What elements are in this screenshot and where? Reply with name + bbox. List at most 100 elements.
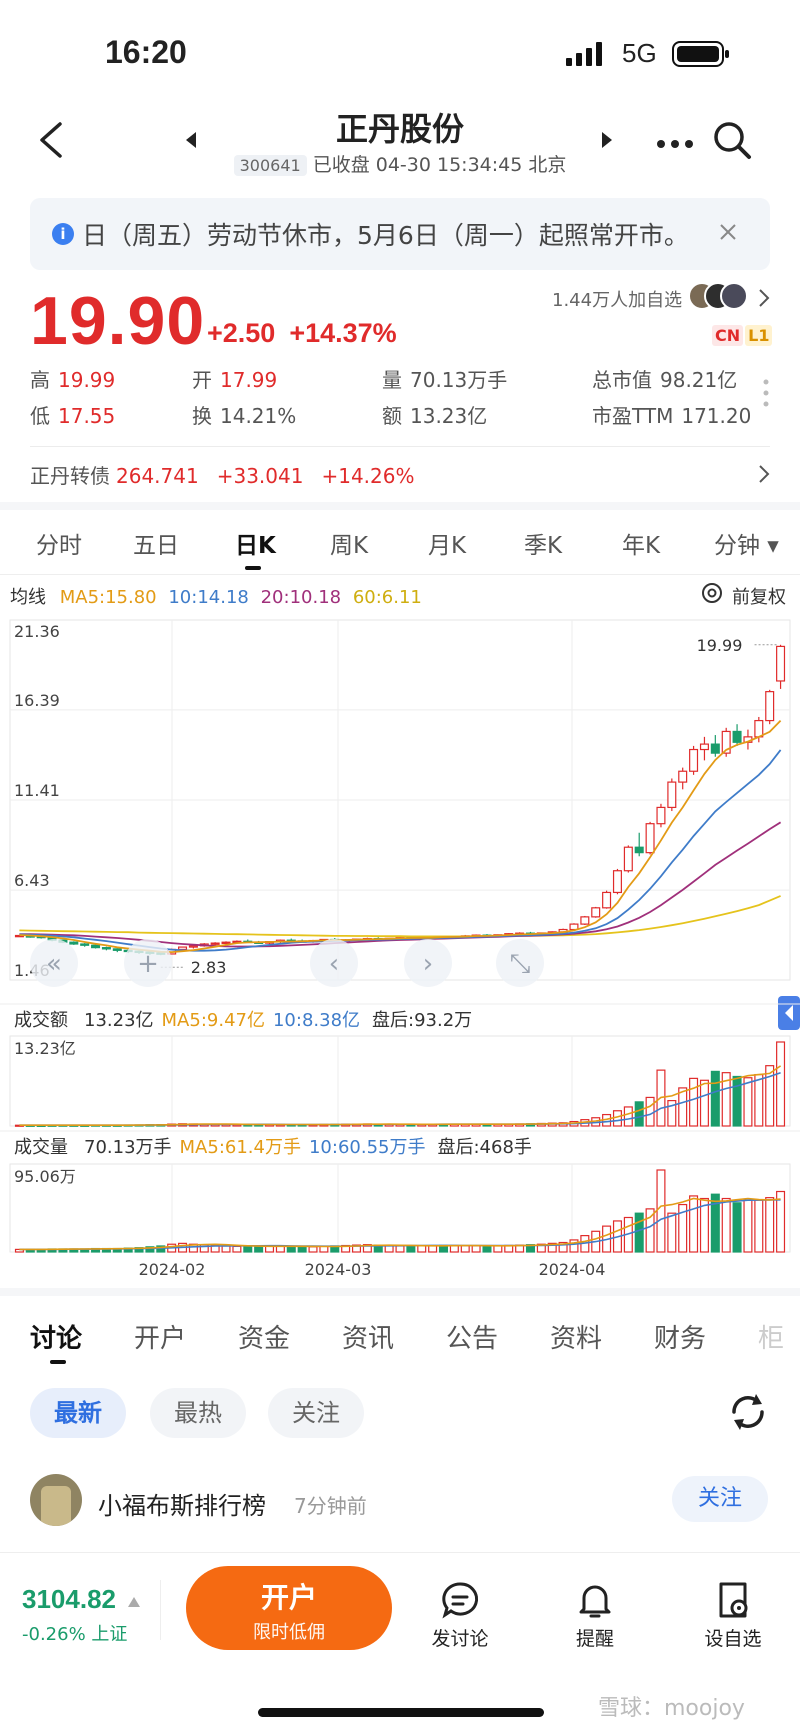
stat-label: 高: [30, 368, 50, 392]
close-icon[interactable]: [718, 222, 738, 246]
control-glyph: +: [137, 949, 159, 979]
turnover-bar: [699, 1079, 709, 1127]
turnover-bar: [645, 1096, 655, 1127]
volume-bar: [493, 1245, 503, 1253]
add-watchlist-button[interactable]: 设自选: [678, 1580, 788, 1651]
candle-body: [732, 730, 742, 743]
turnover-bar: [612, 1110, 622, 1127]
stat-6: 额 13.23亿: [382, 400, 487, 429]
index-value[interactable]: 3104.82: [22, 1584, 116, 1615]
candle-body: [623, 846, 633, 872]
stat-label: 额: [382, 404, 402, 428]
candle-body: [634, 846, 644, 854]
kline-tab[interactable]: 月K: [428, 526, 466, 560]
index-change[interactable]: -0.26% 上证: [22, 1620, 127, 1646]
kline-tab[interactable]: 分钟 ▾: [714, 526, 779, 560]
more-icon[interactable]: [656, 134, 694, 153]
search-icon[interactable]: [712, 120, 752, 164]
comment-icon: [442, 1582, 479, 1619]
market-badges: CN L1: [712, 325, 773, 346]
kline-tab[interactable]: 分时: [36, 526, 82, 560]
notice-text: 日（周五）劳动节休市，5月6日（周一）起照常开市。: [82, 221, 689, 250]
collapse-left-icon[interactable]: «: [30, 939, 78, 987]
status-time: 16:20: [105, 34, 187, 70]
chevron-right-icon[interactable]: [758, 288, 770, 312]
volume-bar: [634, 1212, 644, 1253]
kline-tab[interactable]: 日K: [235, 526, 276, 560]
more-vertical-icon[interactable]: [762, 378, 770, 412]
volume-legend: 成交量 70.13万手 MA5:61.4万手 10:60.55万手 盘后:468手: [14, 1137, 532, 1158]
stat-3: 总市值 98.21亿: [592, 364, 737, 393]
stat-label: 低: [30, 404, 50, 428]
next-stock-icon[interactable]: [600, 130, 614, 154]
turnover-bar: [754, 1073, 764, 1127]
content-tab[interactable]: 开户: [134, 1318, 186, 1355]
ma10-value: 10:14.18: [168, 587, 249, 608]
home-indicator[interactable]: [258, 1708, 544, 1717]
signal-icon: [566, 42, 610, 70]
candle-body: [667, 781, 677, 809]
refresh-icon[interactable]: [726, 1390, 770, 1438]
content-tab[interactable]: 资金: [238, 1318, 290, 1355]
volume-bar: [460, 1245, 470, 1253]
volume-ma5-line: [19, 1197, 781, 1251]
chevron-left-icon[interactable]: ‹: [310, 939, 358, 987]
filter-chip[interactable]: 最热: [150, 1388, 246, 1438]
follower-avatars[interactable]: [688, 282, 750, 312]
candle-body: [699, 743, 709, 751]
chevron-right-icon[interactable]: ›: [404, 939, 452, 987]
kline-tab[interactable]: 周K: [330, 526, 368, 560]
add-watchlist-label: 设自选: [704, 1628, 762, 1650]
post-discussion-button[interactable]: 发讨论: [405, 1580, 515, 1651]
section-separator: [0, 502, 800, 510]
stat-5: 换 14.21%: [192, 400, 296, 429]
kline-tab[interactable]: 五日: [133, 526, 179, 560]
kline-tab[interactable]: 季K: [524, 526, 562, 560]
divider: [30, 446, 770, 447]
stat-label: 开: [192, 368, 212, 392]
candle-body: [678, 770, 688, 783]
ma5-line: [19, 719, 782, 954]
volume-bar: [221, 1245, 231, 1253]
kline-tab[interactable]: 年K: [622, 526, 660, 560]
content-tab[interactable]: 公告: [446, 1318, 498, 1355]
stat-label: 量: [382, 368, 402, 392]
fullscreen-icon[interactable]: ⤡: [496, 939, 544, 987]
stat-value: 13.23亿: [410, 404, 488, 428]
filter-chip[interactable]: 最新: [30, 1388, 126, 1438]
convertible-bond-row[interactable]: 正丹转债 264.741 +33.041 +14.26%: [30, 460, 415, 489]
stat-2: 量 70.13万手: [382, 364, 507, 393]
candle-body: [178, 946, 188, 951]
settings-icon[interactable]: [700, 581, 724, 609]
control-glyph: «: [46, 949, 62, 979]
kline-chart[interactable]: 21.3616.3911.416.431.4619.992.83«+‹›⤡成交额…: [0, 608, 800, 1278]
adjust-mode[interactable]: 前复权: [732, 583, 786, 609]
post-username[interactable]: 小福布斯排行榜: [98, 1486, 266, 1521]
bond-name: 正丹转债: [30, 464, 110, 488]
volume-bar: [689, 1195, 699, 1253]
filter-chip[interactable]: 关注: [268, 1388, 364, 1438]
zoom-in-icon[interactable]: +: [124, 939, 172, 987]
holiday-notice[interactable]: i 日（周五）劳动节休市，5月6日（周一）起照常开市。: [30, 198, 770, 270]
chevron-right-icon[interactable]: [758, 464, 770, 488]
content-tab[interactable]: 资讯: [342, 1318, 394, 1355]
turnover-bar: [634, 1101, 644, 1127]
open-account-button[interactable]: 开户 限时低佣: [186, 1566, 392, 1650]
volume-bar: [656, 1169, 666, 1253]
followers-count[interactable]: 1.44万人加自选: [552, 286, 682, 312]
content-tab[interactable]: 资料: [550, 1318, 602, 1355]
turnover-bar: [776, 1041, 786, 1127]
volume-bar: [471, 1245, 481, 1253]
follow-button[interactable]: 关注: [672, 1476, 768, 1522]
ma20-line: [19, 821, 782, 948]
post-time: 7分钟前: [294, 1494, 367, 1518]
alert-button[interactable]: 提醒: [540, 1580, 650, 1651]
content-tab[interactable]: 讨论: [30, 1318, 82, 1355]
section-separator: [0, 1288, 800, 1296]
avatar[interactable]: [30, 1474, 82, 1526]
turnover-bar: [710, 1070, 720, 1127]
turnover-bar: [732, 1075, 742, 1127]
turnover-legend: 成交额 13.23亿 MA5:9.47亿 10:8.38亿 盘后:93.2万: [14, 1010, 472, 1031]
content-tab[interactable]: 财务: [654, 1318, 706, 1355]
content-tab[interactable]: 柜: [758, 1318, 798, 1355]
